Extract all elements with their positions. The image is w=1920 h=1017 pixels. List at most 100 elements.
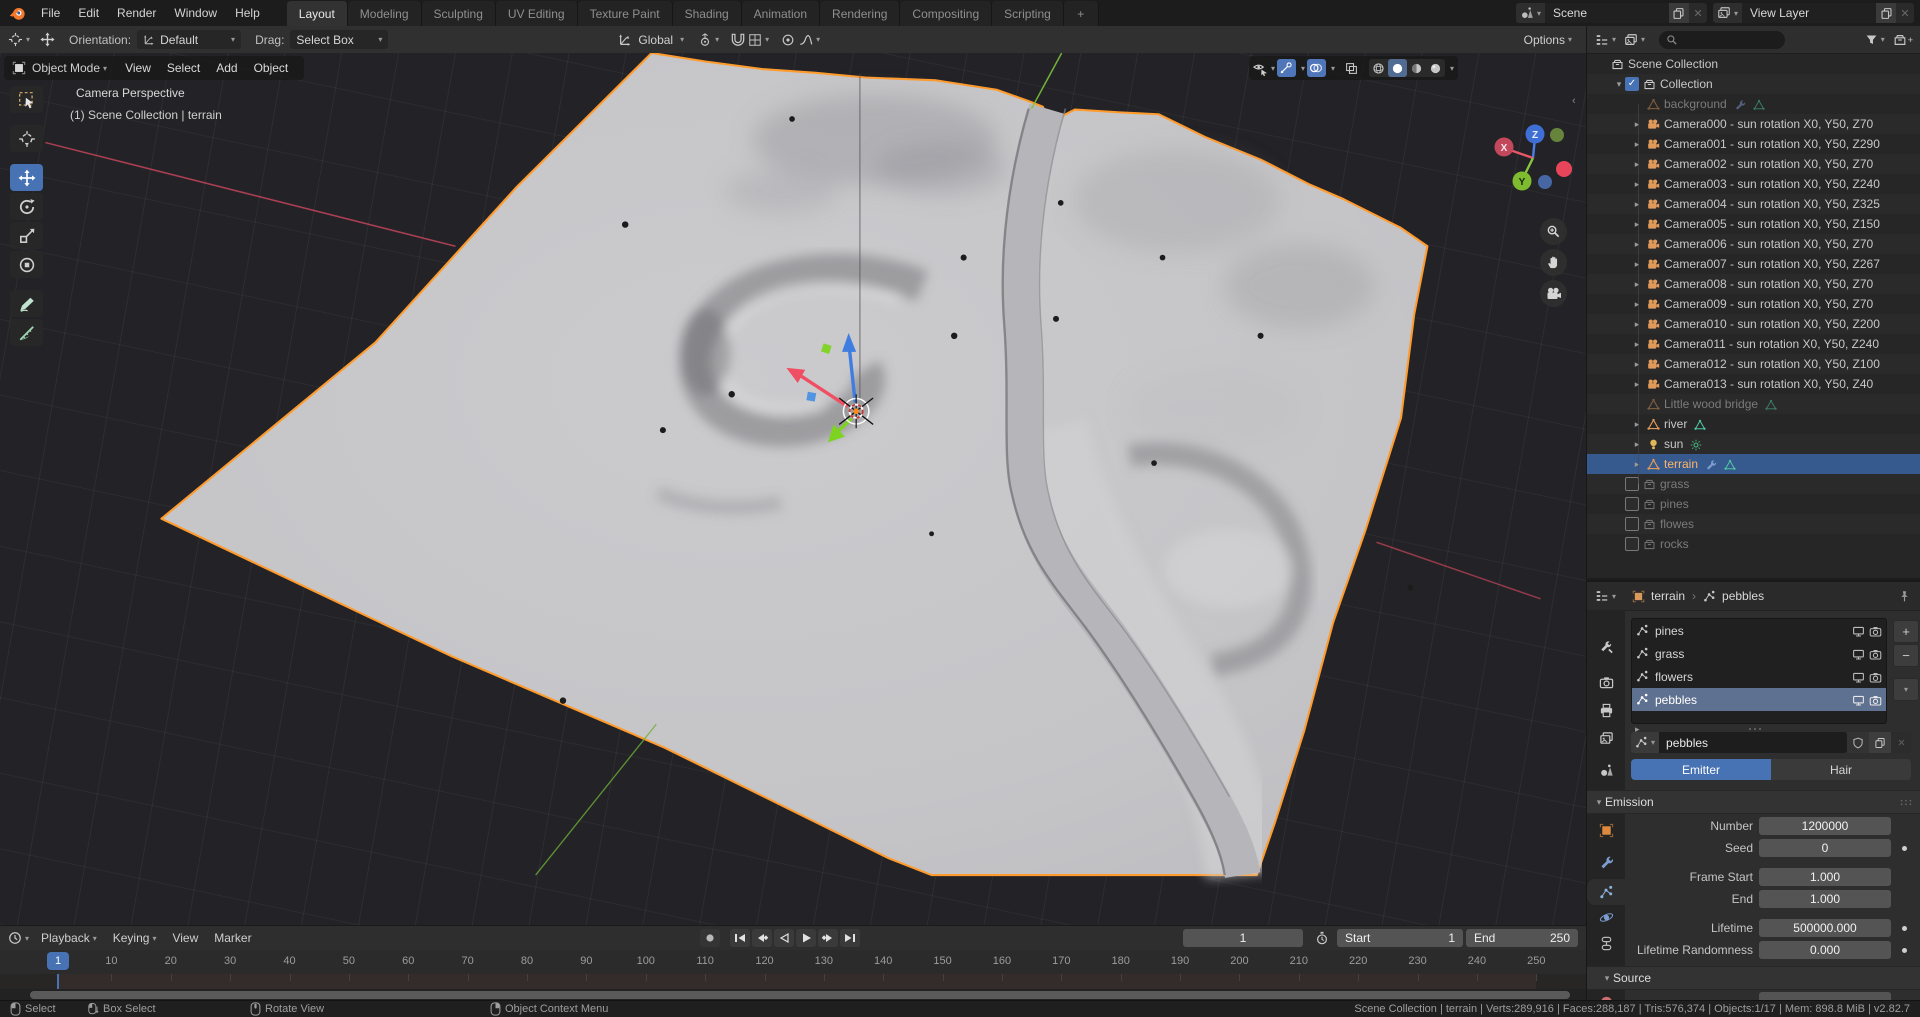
outliner-item-label[interactable]: Camera012 - sun rotation X0, Y50, Z100 (1664, 357, 1880, 371)
shading-material-button[interactable] (1407, 59, 1426, 77)
add-particle-system-button[interactable]: + (1893, 620, 1919, 643)
hair-button[interactable]: Hair (1771, 759, 1911, 780)
outliner-row-grass[interactable]: grass (1587, 474, 1920, 494)
outliner-row-little-wood-bridge[interactable]: Little wood bridge (1587, 394, 1920, 414)
frame-start-field[interactable]: Start1 (1337, 929, 1463, 947)
collapse-panel-arrow[interactable]: ‹ (1572, 95, 1576, 107)
disclosure-icon[interactable]: ▸ (1631, 259, 1643, 270)
outliner-item-label[interactable]: river (1664, 417, 1687, 431)
timeline-editor-dropdown[interactable]: ▾ (8, 931, 29, 945)
editor-type-dropdown[interactable]: ▾ (1595, 33, 1616, 47)
outliner-item-label[interactable]: Camera013 - sun rotation X0, Y50, Z40 (1664, 377, 1873, 391)
drag-dropdown[interactable]: Select Box▾ (290, 30, 388, 49)
source-panel-header[interactable]: ▾Source (1587, 966, 1920, 990)
remove-particle-system-button[interactable]: − (1893, 644, 1919, 667)
tab-uv-editing[interactable]: UV Editing (496, 1, 578, 26)
properties-editor-dropdown[interactable]: ▾ (1595, 589, 1616, 603)
timeline-menu-marker[interactable]: Marker (214, 931, 251, 945)
collection-checkbox[interactable] (1625, 477, 1639, 491)
outliner-item-label[interactable]: Camera000 - sun rotation X0, Y50, Z70 (1664, 117, 1873, 131)
timeline-menu-keying[interactable]: Keying▾ (113, 931, 157, 945)
filter-dropdown[interactable]: ▾ (1865, 33, 1885, 46)
scene-icon[interactable]: ▾ (1516, 3, 1545, 23)
tab-layout[interactable]: Layout (287, 1, 348, 26)
view-layer-remove-button[interactable] (1896, 3, 1914, 23)
camera-view-button[interactable] (1540, 280, 1567, 307)
properties-tab-view-layer[interactable] (1587, 725, 1625, 751)
breadcrumb-object[interactable]: terrain (1632, 589, 1685, 603)
outliner-item-label[interactable]: Camera010 - sun rotation X0, Y50, Z200 (1664, 317, 1880, 331)
disclosure-icon[interactable]: ▸ (1631, 199, 1643, 210)
field-value[interactable]: 1.000 (1759, 868, 1891, 886)
fake-user-shield-button[interactable] (1847, 732, 1869, 753)
field-value[interactable]: 500000.000 (1759, 919, 1891, 937)
disclosure-icon[interactable]: ▸ (1631, 159, 1643, 170)
terrain-mesh[interactable] (161, 53, 1427, 875)
outliner-item-label[interactable]: sun (1664, 437, 1683, 451)
outliner-row-camera011-sun-rotation-x0-y50-z240[interactable]: ▸Camera011 - sun rotation X0, Y50, Z240 (1587, 334, 1920, 354)
outliner-item-label[interactable]: Camera005 - sun rotation X0, Y50, Z150 (1664, 217, 1880, 231)
outliner-row-camera004-sun-rotation-x0-y50-z325[interactable]: ▸ Camera004 - sun rotation X0, Y50, Z325 (1587, 194, 1920, 214)
disclosure-icon[interactable]: ▸ (1631, 219, 1643, 230)
outliner-row-pines[interactable]: pines (1587, 494, 1920, 514)
outliner-item-label[interactable]: Little wood bridge (1664, 397, 1758, 411)
shading-rendered-button[interactable] (1426, 59, 1445, 77)
snap-target-dropdown[interactable]: ▾ (748, 33, 769, 47)
field-value[interactable]: 1200000 (1759, 817, 1891, 835)
particle-system-pebbles[interactable]: pebbles (1632, 688, 1886, 711)
object-visibility-dropdown[interactable]: ▾ (1253, 59, 1275, 77)
overlays-toggle[interactable] (1307, 59, 1326, 77)
outliner-row-camera002-sun-rotation-x0-y50-z70[interactable]: ▸ Camera002 - sun rotation X0, Y50, Z70 (1587, 154, 1920, 174)
move-tool-icon[interactable] (40, 32, 55, 47)
outliner-row-camera010-sun-rotation-x0-y50-z200[interactable]: ▸ Camera010 - sun rotation X0, Y50, Z200 (1587, 314, 1920, 334)
breadcrumb-data[interactable]: pebbles (1703, 589, 1764, 603)
tab-scripting[interactable]: Scripting (992, 1, 1064, 26)
disclosure-icon[interactable]: ▸ (1631, 359, 1643, 370)
collection-checkbox[interactable]: ✓ (1625, 77, 1639, 91)
render-display-icon[interactable] (1869, 623, 1882, 637)
tool-scale-button[interactable] (10, 222, 43, 249)
properties-tab-output[interactable] (1587, 697, 1625, 723)
viewport-menu-object[interactable]: Object (246, 61, 297, 75)
timeline-track-area[interactable] (0, 974, 1586, 989)
particle-specials-dropdown[interactable]: ▾ (1893, 678, 1919, 701)
animate-dot[interactable] (1902, 846, 1907, 851)
outliner-row-camera009-sun-rotation-x0-y50-z70[interactable]: ▸Camera009 - sun rotation X0, Y50, Z70 (1587, 294, 1920, 314)
outliner-row-camera008-sun-rotation-x0-y50-z70[interactable]: ▸Camera008 - sun rotation X0, Y50, Z70 (1587, 274, 1920, 294)
outliner-item-label[interactable]: Camera002 - sun rotation X0, Y50, Z70 (1664, 157, 1873, 171)
outliner-item-label[interactable]: Camera004 - sun rotation X0, Y50, Z325 (1664, 197, 1880, 211)
disclosure-icon[interactable]: ▸ (1631, 119, 1643, 130)
scrollbar-thumb[interactable] (30, 991, 1570, 999)
outliner-item-label[interactable]: Scene Collection (1628, 57, 1718, 71)
outliner-row-camera013-sun-rotation-x0-y50-z40[interactable]: ▸Camera013 - sun rotation X0, Y50, Z40 (1587, 374, 1920, 394)
tool-transform-button[interactable] (10, 251, 43, 278)
tool-annotate-button[interactable] (10, 290, 43, 317)
scene-unlink-button[interactable] (1689, 3, 1707, 23)
scene-copy-button[interactable] (1669, 3, 1689, 23)
view-layer-name[interactable]: View Layer (1742, 3, 1876, 23)
shading-solid-button[interactable] (1388, 59, 1407, 77)
overlays-dropdown[interactable]: ▾ (1331, 64, 1335, 73)
outliner-row-camera000-sun-rotation-x0-y50-z70[interactable]: ▸ Camera000 - sun rotation X0, Y50, Z70 (1587, 114, 1920, 134)
tab-rendering[interactable]: Rendering (820, 1, 900, 26)
use-preview-range-button[interactable] (1311, 931, 1333, 945)
orientation-dropdown[interactable]: Default▾ (137, 30, 241, 49)
disclosure-icon[interactable]: ▸ (1631, 319, 1643, 330)
scene-name[interactable]: Scene (1545, 3, 1669, 23)
snap-toggle[interactable] (731, 33, 745, 47)
outliner-item-label[interactable]: pines (1660, 497, 1689, 511)
tab-compositing[interactable]: Compositing (900, 1, 992, 26)
options-dropdown[interactable]: Options▾ (1524, 33, 1572, 47)
outliner-row-camera001-sun-rotation-x0-y50-z290[interactable]: ▸Camera001 - sun rotation X0, Y50, Z290 (1587, 134, 1920, 154)
tool-select-box-button[interactable] (10, 86, 43, 113)
outliner-item-label[interactable]: Collection (1660, 77, 1713, 91)
viewport-display-icon[interactable] (1852, 692, 1865, 706)
navigation-gizmo[interactable]: Z X Y (1478, 85, 1586, 195)
outliner-row-camera005-sun-rotation-x0-y50-z150[interactable]: ▸ Camera005 - sun rotation X0, Y50, Z150 (1587, 214, 1920, 234)
viewport-menu-select[interactable]: Select (159, 61, 208, 75)
gizmos-dropdown[interactable]: ▾ (1301, 64, 1305, 73)
outliner-row-scene-collection[interactable]: Scene Collection (1587, 54, 1920, 74)
pivot-point-dropdown[interactable]: ▾ (698, 33, 719, 47)
timeline-menu-playback[interactable]: Playback▾ (41, 931, 97, 945)
transport-play-reverse-button[interactable] (774, 929, 794, 947)
